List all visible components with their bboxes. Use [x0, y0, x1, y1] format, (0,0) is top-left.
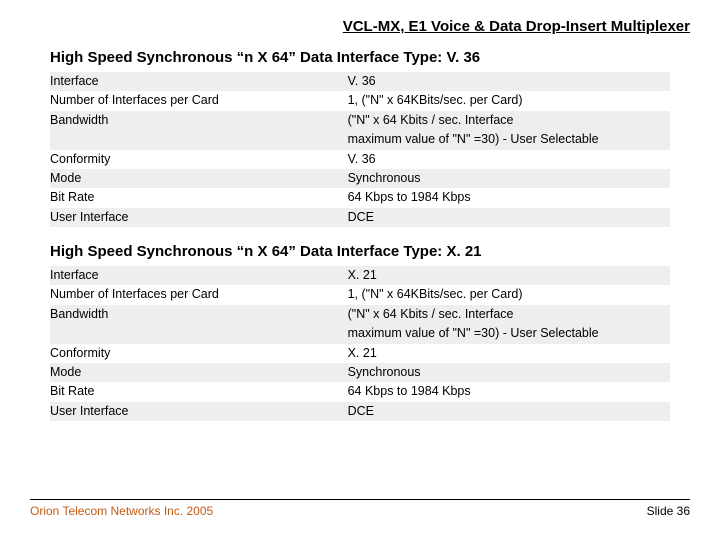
table-row: Conformity V. 36	[50, 150, 670, 169]
table-row: Conformity X. 21	[50, 344, 670, 363]
table-row: Interface X. 21	[50, 266, 670, 285]
spec-label: Interface	[50, 72, 348, 91]
spec-label: Bit Rate	[50, 382, 348, 401]
spec-value: X. 21	[348, 344, 670, 363]
spec-label: Bit Rate	[50, 188, 348, 207]
section-title-x21: High Speed Synchronous “n X 64” Data Int…	[50, 243, 670, 260]
spec-value: X. 21	[348, 266, 670, 285]
section-title-v36: High Speed Synchronous “n X 64” Data Int…	[50, 49, 670, 66]
spec-value: ("N" x 64 Kbits / sec. Interfacemaximum …	[348, 305, 670, 344]
spec-table-v36: Interface V. 36 Number of Interfaces per…	[50, 72, 670, 227]
spec-label: Number of Interfaces per Card	[50, 285, 348, 304]
spec-label: Bandwidth	[50, 111, 348, 150]
spec-label: User Interface	[50, 402, 348, 421]
spec-label: Mode	[50, 169, 348, 188]
spec-label: Conformity	[50, 150, 348, 169]
spec-label: Number of Interfaces per Card	[50, 91, 348, 110]
spec-value: ("N" x 64 Kbits / sec. Interfacemaximum …	[348, 111, 670, 150]
footer-slide-number: Slide 36	[647, 504, 690, 518]
table-row: Interface V. 36	[50, 72, 670, 91]
footer-company: Orion Telecom Networks Inc. 2005	[30, 504, 213, 518]
spec-value: DCE	[348, 208, 670, 227]
spec-value: V. 36	[348, 72, 670, 91]
footer-rule	[30, 499, 690, 500]
content-area: High Speed Synchronous “n X 64” Data Int…	[30, 49, 690, 421]
table-row: Mode Synchronous	[50, 169, 670, 188]
spec-value: V. 36	[348, 150, 670, 169]
spec-label: Conformity	[50, 344, 348, 363]
spec-value: Synchronous	[348, 169, 670, 188]
spec-label: Interface	[50, 266, 348, 285]
footer: Orion Telecom Networks Inc. 2005 Slide 3…	[30, 499, 690, 518]
table-row: User Interface DCE	[50, 402, 670, 421]
spec-value: 64 Kbps to 1984 Kbps	[348, 382, 670, 401]
spec-table-x21: Interface X. 21 Number of Interfaces per…	[50, 266, 670, 421]
spec-value: 64 Kbps to 1984 Kbps	[348, 188, 670, 207]
spec-label: User Interface	[50, 208, 348, 227]
document-title: VCL-MX, E1 Voice & Data Drop-Insert Mult…	[30, 18, 690, 35]
table-row: Bit Rate 64 Kbps to 1984 Kbps	[50, 188, 670, 207]
spec-label: Mode	[50, 363, 348, 382]
spec-label: Bandwidth	[50, 305, 348, 344]
spec-value: DCE	[348, 402, 670, 421]
table-row: Number of Interfaces per Card 1, ("N" x …	[50, 91, 670, 110]
table-row: Mode Synchronous	[50, 363, 670, 382]
spec-value: Synchronous	[348, 363, 670, 382]
spec-value: 1, ("N" x 64KBits/sec. per Card)	[348, 91, 670, 110]
table-row: Bandwidth ("N" x 64 Kbits / sec. Interfa…	[50, 111, 670, 150]
spec-value: 1, ("N" x 64KBits/sec. per Card)	[348, 285, 670, 304]
table-row: User Interface DCE	[50, 208, 670, 227]
table-row: Bit Rate 64 Kbps to 1984 Kbps	[50, 382, 670, 401]
table-row: Number of Interfaces per Card 1, ("N" x …	[50, 285, 670, 304]
table-row: Bandwidth ("N" x 64 Kbits / sec. Interfa…	[50, 305, 670, 344]
